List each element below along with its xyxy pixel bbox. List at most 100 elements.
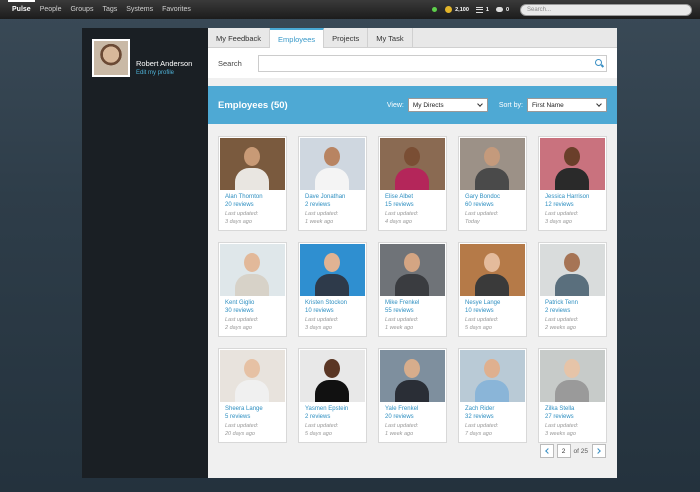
- employee-card[interactable]: Dave Jonathan 2 reviews Last updated: 1 wee…: [298, 136, 367, 231]
- employee-reviews[interactable]: 15 reviews: [385, 201, 445, 210]
- employee-reviews[interactable]: 2 reviews: [305, 201, 365, 210]
- global-search-input[interactable]: Search...: [520, 3, 692, 16]
- employee-reviews[interactable]: 60 reviews: [465, 201, 525, 210]
- employee-card[interactable]: Patrick Tenn 2 reviews Last updated: 2 week…: [538, 242, 607, 337]
- employee-card[interactable]: Kent Giglio 30 reviews Last updated: 2 days…: [218, 242, 287, 337]
- employee-photo[interactable]: [540, 244, 605, 296]
- employee-card[interactable]: Zach Rider 32 reviews Last updated: 7 days …: [458, 348, 527, 443]
- employee-name[interactable]: Gary Bondoc: [465, 193, 525, 201]
- employee-name[interactable]: Dave Jonathan: [305, 193, 365, 201]
- coin-icon[interactable]: [445, 6, 453, 13]
- employee-info: Zilka Stella 27 reviews Last updated: 3 wee…: [540, 402, 605, 438]
- employee-name[interactable]: Elise Albet: [385, 193, 445, 201]
- employee-photo[interactable]: [460, 138, 525, 190]
- employee-photo[interactable]: [300, 350, 365, 402]
- employee-card[interactable]: Alan Thornton 20 reviews Last updated: 3 da…: [218, 136, 287, 231]
- employee-name[interactable]: Kristen Stockon: [305, 299, 365, 307]
- employee-name[interactable]: Zilka Stella: [545, 405, 605, 413]
- employee-reviews[interactable]: 5 reviews: [225, 413, 285, 422]
- search-icon[interactable]: [595, 58, 602, 66]
- employee-card[interactable]: Mike Frenkel 55 reviews Last updated: 1 wee…: [378, 242, 447, 337]
- employee-photo[interactable]: [220, 350, 285, 402]
- photo-head: [404, 359, 420, 378]
- employee-name[interactable]: Nesye Lange: [465, 299, 525, 307]
- employee-name[interactable]: Mike Frenkel: [385, 299, 445, 307]
- employee-card[interactable]: Gary Bondoc 60 reviews Last updated: Today: [458, 136, 527, 231]
- employee-card[interactable]: Jessica Harrison 12 reviews Last updated: 3…: [538, 136, 607, 231]
- employee-card[interactable]: Yasmen Epstein 2 reviews Last updated: 5 da…: [298, 348, 367, 443]
- employee-card[interactable]: Kristen Stockon 10 reviews Last updated: 3 …: [298, 242, 367, 337]
- last-updated-value: 2 days ago: [225, 325, 252, 331]
- coin-count: 2,100: [455, 6, 469, 13]
- employee-name[interactable]: Zach Rider: [465, 405, 525, 413]
- employee-reviews[interactable]: 30 reviews: [225, 307, 285, 316]
- edit-profile-link[interactable]: Edit my profile: [136, 70, 192, 76]
- photo-head: [244, 359, 260, 378]
- employee-name[interactable]: Kent Giglio: [225, 299, 285, 307]
- employee-reviews[interactable]: 12 reviews: [545, 201, 605, 210]
- employees-header: Employees (50) View: My Directs Sort by:…: [208, 86, 617, 124]
- employee-card[interactable]: Elise Albet 15 reviews Last updated: 4 days…: [378, 136, 447, 231]
- nav-people[interactable]: People: [40, 0, 62, 19]
- employee-photo[interactable]: [380, 138, 445, 190]
- employee-search-input[interactable]: [258, 54, 607, 72]
- sort-select-value: First Name: [532, 101, 564, 109]
- employee-name[interactable]: Yasmen Epstein: [305, 405, 365, 413]
- prev-page-button[interactable]: [539, 444, 554, 458]
- list-icon[interactable]: [475, 6, 483, 13]
- employee-name[interactable]: Yale Frenkel: [385, 405, 445, 413]
- photo-body: [395, 168, 429, 190]
- view-select[interactable]: My Directs: [407, 98, 488, 112]
- nav-pulse[interactable]: Pulse: [8, 0, 35, 19]
- chat-icon[interactable]: [495, 7, 503, 12]
- employee-photo[interactable]: [300, 244, 365, 296]
- nav-tags[interactable]: Tags: [102, 0, 117, 19]
- avatar[interactable]: [92, 39, 130, 77]
- last-updated-label: Last updated:: [225, 423, 259, 429]
- employee-photo[interactable]: [220, 138, 285, 190]
- employee-reviews[interactable]: 20 reviews: [385, 413, 445, 422]
- tab-my-task[interactable]: My Task: [368, 28, 413, 48]
- tab-my-feedback[interactable]: My Feedback: [208, 28, 271, 48]
- employee-info: Kristen Stockon 10 reviews Last updated: 3 …: [300, 296, 365, 332]
- last-updated-label: Last updated:: [305, 317, 339, 323]
- employee-card[interactable]: Yale Frenkel 20 reviews Last updated: 1 wee…: [378, 348, 447, 443]
- employee-card[interactable]: Sheera Lange 5 reviews Last updated: 20 day…: [218, 348, 287, 443]
- nav-favorites[interactable]: Favorites: [162, 0, 191, 19]
- employee-reviews[interactable]: 2 reviews: [545, 307, 605, 316]
- nav-systems[interactable]: Systems: [126, 0, 153, 19]
- employee-photo[interactable]: [540, 350, 605, 402]
- nav-groups[interactable]: Groups: [70, 0, 93, 19]
- photo-body: [475, 380, 509, 402]
- tab-projects[interactable]: Projects: [324, 28, 369, 48]
- employee-name[interactable]: Jessica Harrison: [545, 193, 605, 201]
- employee-reviews[interactable]: 10 reviews: [305, 307, 365, 316]
- employee-name[interactable]: Sheera Lange: [225, 405, 285, 413]
- employee-card[interactable]: Zilka Stella 27 reviews Last updated: 3 wee…: [538, 348, 607, 443]
- employee-name[interactable]: Patrick Tenn: [545, 299, 605, 307]
- employee-photo[interactable]: [460, 244, 525, 296]
- employee-reviews[interactable]: 32 reviews: [465, 413, 525, 422]
- page-number-input[interactable]: 2: [556, 444, 571, 458]
- employee-reviews[interactable]: 27 reviews: [545, 413, 605, 422]
- next-page-button[interactable]: [592, 444, 606, 458]
- sort-select[interactable]: First Name: [527, 98, 607, 112]
- employee-photo[interactable]: [380, 350, 445, 402]
- employee-name[interactable]: Alan Thornton: [225, 193, 285, 201]
- employee-photo[interactable]: [380, 244, 445, 296]
- employee-reviews[interactable]: 55 reviews: [385, 307, 445, 316]
- last-updated-label: Last updated:: [545, 317, 579, 323]
- tab-employees[interactable]: Employees: [270, 28, 325, 48]
- employee-reviews[interactable]: 10 reviews: [465, 307, 525, 316]
- employee-reviews[interactable]: 20 reviews: [225, 201, 285, 210]
- employee-photo[interactable]: [540, 138, 605, 190]
- last-updated-label: Last updated:: [385, 317, 419, 323]
- employee-photo[interactable]: [220, 244, 285, 296]
- photo-head: [564, 253, 580, 272]
- last-updated-value: 4 days ago: [385, 219, 412, 225]
- employee-reviews[interactable]: 2 reviews: [305, 413, 365, 422]
- employee-photo[interactable]: [300, 138, 365, 190]
- employee-info: Kent Giglio 30 reviews Last updated: 2 days…: [220, 296, 285, 332]
- employee-photo[interactable]: [460, 350, 525, 402]
- employee-card[interactable]: Nesye Lange 10 reviews Last updated: 5 days…: [458, 242, 527, 337]
